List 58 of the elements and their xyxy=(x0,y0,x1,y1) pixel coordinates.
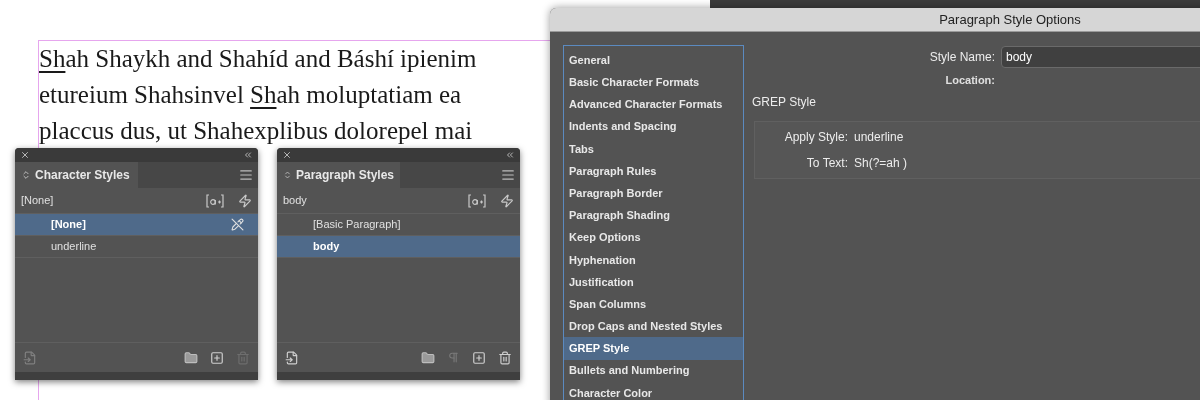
body-text: etureium Shahsinvel Shah moluptatiam ea xyxy=(39,80,462,110)
body-text: Shah Shaykh and Shahíd and Báshí ipienim xyxy=(39,44,477,74)
close-icon[interactable] xyxy=(20,150,30,160)
bracket-plus-icon[interactable] xyxy=(468,193,486,208)
rule-label: To Text: xyxy=(805,155,849,172)
panel-title: Paragraph Styles xyxy=(295,167,394,184)
category-item[interactable]: Paragraph Shading xyxy=(564,204,743,227)
file-arrow-icon[interactable] xyxy=(285,350,299,365)
category-item[interactable]: Drop Caps and Nested Styles xyxy=(564,315,743,338)
rule-value: Sh(?=ah ) xyxy=(854,155,908,172)
category-item[interactable]: Keep Options xyxy=(564,226,743,249)
resize-grip[interactable] xyxy=(15,372,258,380)
trash-icon[interactable] xyxy=(498,350,512,365)
category-item[interactable]: Span Columns xyxy=(564,293,743,316)
folder-icon[interactable] xyxy=(421,350,435,365)
current-style-label: [None] xyxy=(21,193,55,209)
new-style-icon[interactable] xyxy=(472,350,486,365)
category-item[interactable]: Tabs xyxy=(564,137,743,160)
dialog-title: Paragraph Style Options xyxy=(939,10,1081,29)
menu-icon[interactable] xyxy=(239,168,253,182)
style-list-item[interactable]: [None] xyxy=(15,214,258,236)
bracket-plus-icon[interactable] xyxy=(206,193,224,208)
body-text: placcus dus, ut Shahexplibus dolorepel mai xyxy=(39,116,473,146)
lightning-icon[interactable] xyxy=(238,193,252,208)
resize-grip[interactable] xyxy=(277,372,520,380)
category-item[interactable]: GREP Style xyxy=(564,337,743,360)
crossed-pencil-icon[interactable] xyxy=(231,218,244,231)
location-label: Location: xyxy=(944,72,996,88)
up-down-icon xyxy=(283,170,292,180)
category-item[interactable]: Hyphenation xyxy=(564,248,743,271)
style-name-label: Style Name: xyxy=(928,49,996,66)
category-item[interactable]: Justification xyxy=(564,270,743,294)
category-item[interactable]: Paragraph Border xyxy=(564,182,743,205)
panel-title: Character Styles xyxy=(35,167,130,184)
category-item[interactable]: Bullets and Numbering xyxy=(564,359,743,382)
collapse-icon[interactable] xyxy=(505,150,515,160)
folder-icon[interactable] xyxy=(184,350,198,365)
new-style-icon[interactable] xyxy=(210,350,224,365)
rule-label: Apply Style: xyxy=(783,129,849,146)
category-item[interactable]: Basic Character Formats xyxy=(564,71,743,94)
panel-tab[interactable]: Paragraph Styles xyxy=(277,162,400,188)
category-item[interactable]: Paragraph Rules xyxy=(564,159,743,183)
style-list-item[interactable]: underline xyxy=(15,236,258,258)
category-item[interactable]: Character Color xyxy=(564,381,743,400)
rule-value: underline xyxy=(854,129,904,146)
menu-icon[interactable] xyxy=(501,168,515,182)
category-item[interactable]: General xyxy=(564,49,743,72)
category-item[interactable]: Indents and Spacing xyxy=(564,115,743,138)
section-title: GREP Style xyxy=(752,94,817,111)
panel-tab[interactable]: Character Styles xyxy=(15,162,138,188)
collapse-icon[interactable] xyxy=(243,150,253,160)
style-list-item[interactable]: body xyxy=(277,236,520,258)
current-style-label: body xyxy=(283,193,308,209)
lightning-icon[interactable] xyxy=(500,193,514,208)
close-icon[interactable] xyxy=(282,150,292,160)
style-name-field[interactable]: body xyxy=(1001,46,1200,68)
up-down-icon xyxy=(21,170,31,180)
category-item[interactable]: Advanced Character Formats xyxy=(564,93,743,116)
